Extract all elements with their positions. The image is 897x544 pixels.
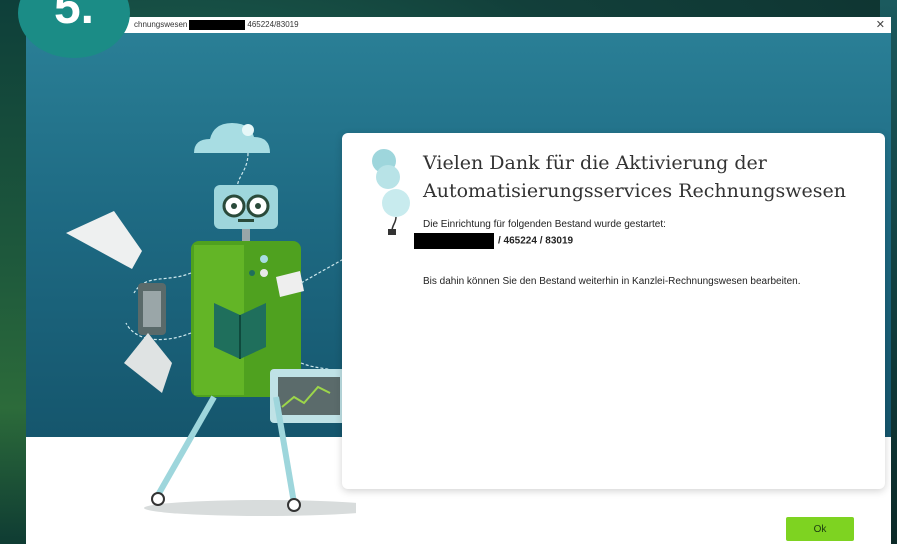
window-title-prefix: chnungswesen — [134, 20, 188, 29]
title-bar: chnungswesen 465224/83019 ✕ — [26, 17, 891, 33]
info-text: Bis dahin können Sie den Bestand weiterh… — [423, 276, 801, 287]
close-icon[interactable]: ✕ — [876, 17, 885, 33]
ok-button[interactable]: Ok — [786, 517, 854, 541]
inventory-id-text: / 465224 / 83019 — [498, 235, 574, 247]
dialog-window: chnungswesen 465224/83019 ✕ Vielen Dank … — [26, 17, 891, 544]
window-title-suffix: 465224/83019 — [247, 20, 299, 29]
redacted-block — [189, 19, 246, 30]
setup-started-text: Die Einrichtung für folgenden Bestand wu… — [423, 219, 666, 230]
card-title: Vielen Dank für die Aktivierung der Auto… — [423, 152, 846, 202]
balloon-icon — [372, 149, 410, 235]
window-title: chnungswesen 465224/83019 — [134, 17, 299, 33]
cloud-icon — [194, 123, 270, 153]
desktop-background-left — [0, 0, 26, 544]
redacted-block — [414, 233, 494, 249]
confirmation-card: Vielen Dank für die Aktivierung der Auto… — [342, 133, 885, 489]
robot-illustration — [66, 123, 356, 516]
inventory-id: / 465224 / 83019 — [414, 233, 573, 249]
